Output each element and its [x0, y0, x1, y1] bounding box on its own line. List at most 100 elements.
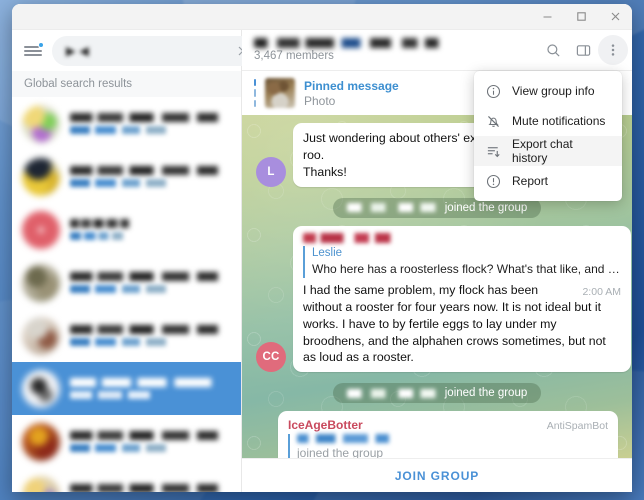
pinned-thumbnail	[265, 78, 295, 108]
menu-item-label: Export chat history	[512, 137, 573, 165]
avatar	[22, 316, 60, 355]
list-item[interactable]	[12, 468, 241, 492]
chat-title	[254, 38, 444, 48]
list-item-text	[70, 378, 231, 399]
list-item-title	[70, 431, 231, 440]
pinned-title: Pinned message	[304, 78, 399, 93]
reply-sender-name: Leslie	[312, 246, 343, 259]
close-button[interactable]	[598, 4, 632, 30]
list-item-subtitle	[70, 179, 170, 187]
menu-item-mute-notifications[interactable]: Mute notifications	[474, 106, 622, 136]
sender-name: IceAgeBotter	[288, 418, 363, 433]
pinned-tick	[254, 99, 256, 107]
context-menu[interactable]: View group info Mute notifications Expor…	[474, 71, 622, 201]
chat-title-wrap[interactable]: 3,467 members	[254, 38, 538, 62]
avatar	[22, 369, 60, 408]
hamburger-bar	[24, 49, 42, 52]
message-time: 2:00 AM	[582, 285, 621, 298]
service-message: joined the group	[332, 383, 542, 404]
notification-dot	[38, 41, 44, 48]
pinned-tick	[254, 89, 256, 97]
list-item-title	[70, 113, 231, 122]
list-item-subtitle	[70, 444, 170, 452]
hamburger-menu-icon[interactable]	[22, 40, 44, 62]
search-row	[12, 30, 259, 71]
pinned-text: Pinned message Photo	[304, 79, 399, 108]
pinned-subtitle: Photo	[304, 93, 336, 108]
search-input[interactable]	[66, 43, 227, 58]
list-item-subtitle	[70, 285, 170, 293]
message-row: ❄ IceAgeBotter AntiSpamBot joined the gr…	[256, 411, 618, 458]
mute-bell-icon	[485, 113, 502, 130]
list-item-text	[70, 166, 231, 187]
list-item-text	[70, 431, 231, 452]
service-message-row: joined the group	[256, 383, 618, 404]
search-results-list	[12, 97, 241, 492]
toggle-info-panel-icon[interactable]	[568, 35, 598, 65]
avatar	[22, 210, 60, 249]
maximize-button[interactable]	[564, 4, 598, 30]
sender-row: IceAgeBotter AntiSpamBot	[288, 418, 608, 432]
avatar-initials: L	[267, 165, 275, 178]
reply-subtitle: joined the group	[297, 446, 384, 458]
menu-item-label: Report	[512, 174, 549, 188]
message-bubble[interactable]: IceAgeBotter AntiSpamBot joined the grou…	[278, 411, 618, 458]
chat-panel: 3,467 members Pinned message Photo L Jus…	[242, 30, 632, 492]
list-item-text	[70, 113, 231, 134]
menu-item-report[interactable]: Report	[474, 166, 622, 196]
menu-item-export-chat-history[interactable]: Export chat history	[474, 136, 622, 166]
list-item-title	[70, 325, 231, 334]
message-line: roo.	[303, 147, 325, 162]
sender-badge: AntiSpamBot	[546, 420, 608, 433]
avatar	[22, 422, 60, 461]
chat-header: 3,467 members	[242, 30, 632, 71]
list-item-selected[interactable]	[12, 362, 241, 415]
avatar-initials: CC	[262, 351, 280, 364]
search-box[interactable]	[52, 35, 259, 66]
reply-quote[interactable]: joined the group	[288, 434, 608, 458]
avatar[interactable]: CC	[256, 342, 286, 373]
service-message-text: joined the group	[444, 387, 528, 400]
list-item-subtitle	[70, 391, 170, 399]
sidebar: Global search results	[12, 30, 259, 492]
redacted-reply-name	[297, 434, 393, 444]
list-item[interactable]	[12, 97, 241, 150]
list-item-title	[70, 166, 231, 175]
list-item[interactable]	[12, 256, 241, 309]
avatar[interactable]: L	[256, 156, 286, 187]
list-item[interactable]	[12, 203, 241, 256]
join-group-button[interactable]: JOIN GROUP	[242, 458, 632, 492]
list-item-subtitle	[70, 232, 125, 240]
reply-text: Who here has a roosterless flock? What's…	[312, 262, 621, 277]
list-item-title	[70, 484, 231, 492]
more-options-icon[interactable]	[598, 35, 628, 65]
list-item-subtitle	[70, 126, 170, 134]
redacted-username	[346, 388, 439, 398]
report-warning-icon	[485, 173, 502, 190]
info-icon	[485, 83, 502, 100]
list-item[interactable]	[12, 150, 241, 203]
list-item-title	[70, 219, 135, 228]
window-title-bar	[12, 4, 632, 30]
message-body: I had the same problem, my flock has bee…	[303, 282, 606, 365]
list-item[interactable]	[12, 309, 241, 362]
avatar	[22, 475, 60, 492]
pinned-indicator	[254, 79, 256, 107]
list-item[interactable]	[12, 415, 241, 468]
message-bubble[interactable]: Leslie Who here has a roosterless flock?…	[293, 225, 631, 373]
avatar	[22, 263, 60, 302]
pinned-tick	[254, 79, 256, 87]
avatar	[22, 104, 60, 143]
global-search-results-header: Global search results	[12, 71, 241, 97]
redacted-username	[346, 203, 439, 213]
list-item-text	[70, 219, 231, 240]
chat-members-count: 3,467 members	[254, 50, 334, 62]
join-group-label: JOIN GROUP	[394, 468, 480, 483]
avatar	[22, 157, 60, 196]
reply-quote[interactable]: Leslie Who here has a roosterless flock?…	[303, 245, 621, 278]
minimize-button[interactable]	[530, 4, 564, 30]
list-item-title	[70, 272, 231, 281]
search-icon[interactable]	[538, 35, 568, 65]
menu-item-view-group-info[interactable]: View group info	[474, 76, 622, 106]
message-text: 2:00 AM I had the same problem, my flock…	[303, 282, 621, 367]
